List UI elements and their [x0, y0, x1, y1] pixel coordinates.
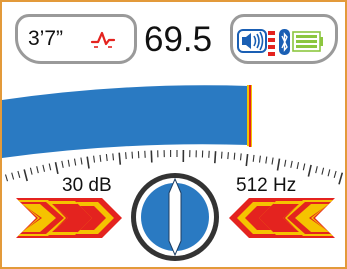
scale-tick [271, 157, 274, 165]
scale-tick [214, 151, 217, 164]
scale-tick [93, 155, 96, 163]
graphics-layer [2, 29, 344, 261]
scale-tick [118, 152, 122, 165]
signal-meter-fill [2, 85, 249, 158]
signal-meter [2, 85, 252, 158]
scale-tick [252, 154, 255, 162]
scale-tick [245, 154, 249, 167]
frequency-label: 512 Hz [236, 175, 297, 196]
scale-tick [290, 160, 293, 168]
scale-tick [233, 152, 236, 160]
scale-tick [80, 157, 83, 165]
scale-tick [276, 158, 281, 171]
scale-tick [338, 172, 344, 185]
scale-tick [99, 154, 102, 162]
battery-icon [292, 31, 323, 52]
left-guidance-arrows [16, 198, 122, 238]
scale-tick [17, 170, 21, 178]
scale-tick [112, 153, 115, 161]
signal-strength-icon [268, 31, 275, 56]
scale-tick [54, 162, 59, 175]
scale-tick [302, 163, 306, 171]
scale-tick [315, 166, 318, 174]
scale-tick [296, 162, 300, 170]
scale-tick [23, 169, 28, 182]
scale-tick [29, 167, 33, 175]
gain-label: 30 dB [62, 175, 112, 196]
scale-tick [227, 152, 229, 160]
scale-tick [131, 151, 134, 159]
scale-tick [327, 169, 331, 177]
scale-tick [48, 163, 52, 171]
scale-tick [239, 153, 242, 161]
scale-tick [4, 174, 9, 182]
scale-tick [333, 170, 337, 178]
scale-tick [67, 159, 70, 167]
scale-tick [36, 166, 39, 174]
locate-compass-icon [131, 173, 219, 261]
scale-tick [265, 156, 268, 164]
scale-tick [150, 150, 153, 163]
scale-tick [220, 151, 223, 159]
scale-tick [105, 154, 108, 162]
scale-tick [42, 164, 46, 172]
speaker-icon [237, 29, 267, 53]
scale-tick [11, 172, 15, 180]
scale-tick [258, 155, 261, 163]
scale-tick [284, 159, 287, 167]
scale-tick [61, 160, 64, 168]
peak-signal-icon [90, 31, 116, 48]
right-guidance-arrows [229, 198, 335, 238]
scale-tick [321, 167, 325, 175]
bluetooth-icon [279, 29, 290, 55]
locator-screen: 3’7” 69.5 30 dB 512 Hz [0, 0, 347, 269]
scale-tick [86, 156, 90, 169]
scale-tick [125, 152, 127, 160]
scale-tick [307, 164, 312, 177]
scale-tick [73, 158, 77, 166]
